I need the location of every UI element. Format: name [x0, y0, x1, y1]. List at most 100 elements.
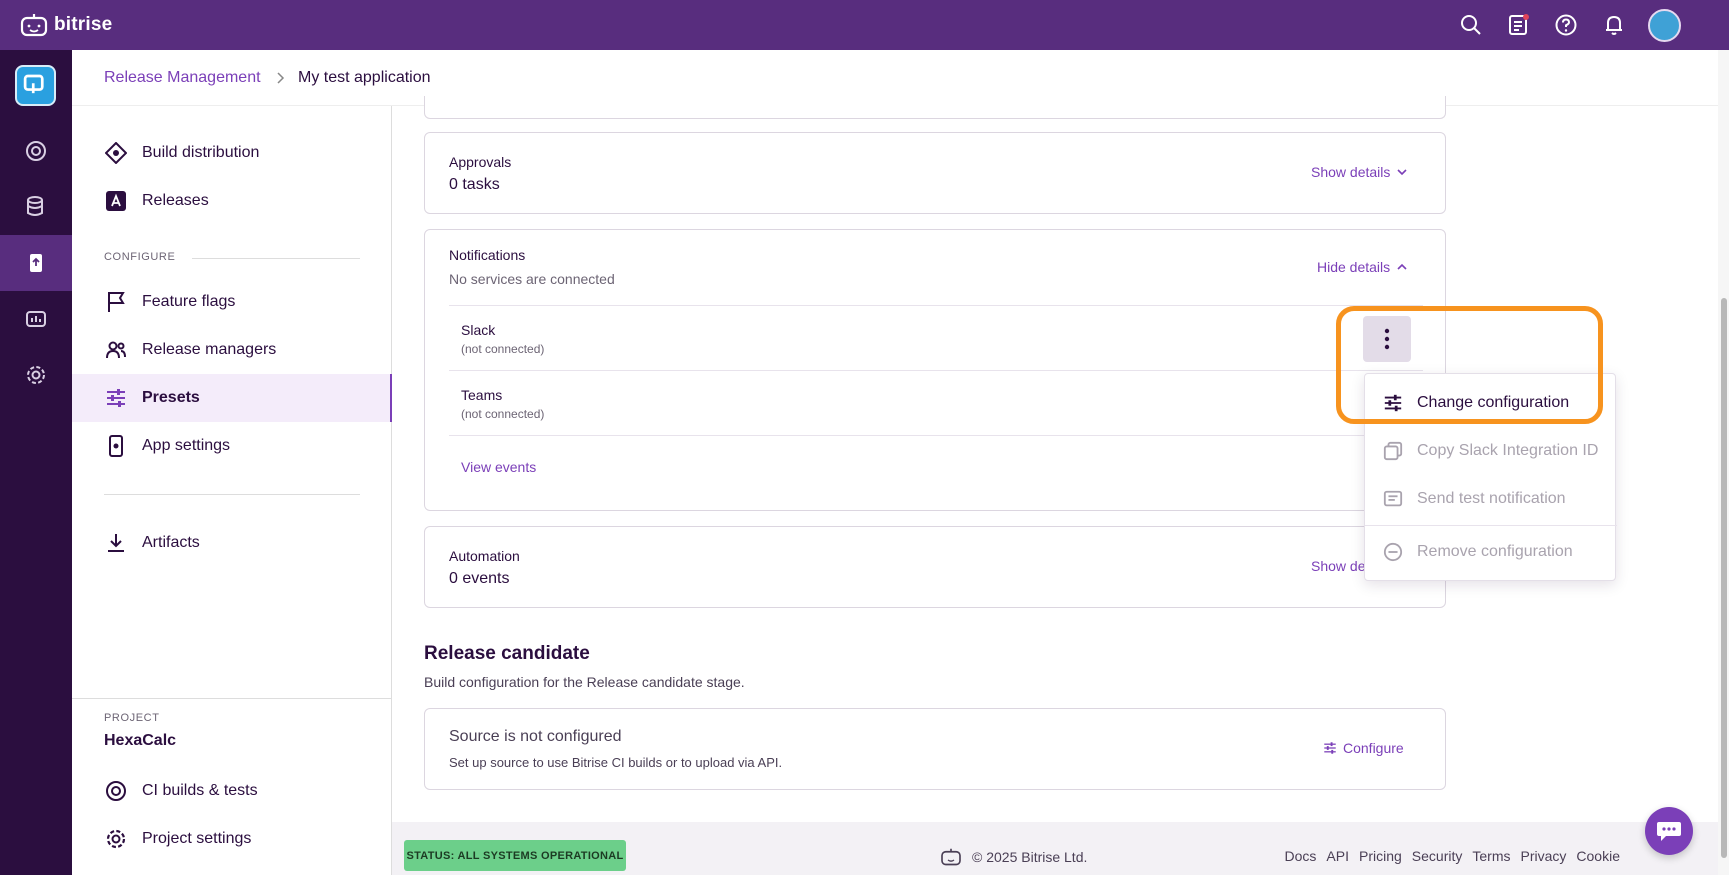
slack-options-menu: Change configuration Copy Slack Integrat…	[1364, 373, 1617, 581]
insights-icon	[26, 311, 46, 327]
chat-icon	[1657, 822, 1681, 841]
build-distribution-icon	[104, 141, 128, 165]
service-name: Teams	[461, 387, 503, 403]
footer-link-security[interactable]: Security	[1412, 848, 1463, 864]
automation-show-details-link[interactable]: Show de	[1311, 558, 1365, 574]
footer-link-api[interactable]: API	[1326, 848, 1349, 864]
gear-icon	[27, 366, 45, 384]
sidebar-item-build-distribution[interactable]: Build distribution	[72, 129, 392, 177]
sidebar-item-presets[interactable]: Presets	[72, 374, 392, 422]
sidebar-item-label: CI builds & tests	[142, 782, 258, 799]
bitrise-logo-icon	[941, 848, 961, 866]
sidebar-item-ci-builds[interactable]: CI builds & tests	[72, 767, 392, 815]
rail-cache-icon[interactable]	[0, 179, 72, 235]
menu-item-label: Send test notification	[1417, 490, 1566, 507]
project-section-label: PROJECT	[104, 712, 160, 724]
changelog-icon[interactable]	[1507, 13, 1531, 37]
left-rail	[0, 50, 72, 875]
brand[interactable]: bitrise	[20, 13, 112, 37]
ci-builds-icon	[26, 141, 46, 161]
configure-button[interactable]: Configure	[1323, 740, 1404, 756]
sliders-icon	[104, 386, 128, 410]
search-icon[interactable]	[1459, 13, 1483, 37]
divider	[104, 494, 360, 495]
hide-details-link[interactable]: Hide details	[1317, 259, 1408, 275]
view-events-link[interactable]: View events	[461, 459, 536, 475]
sliders-icon	[1324, 742, 1336, 754]
view-events-row: View events	[449, 435, 1423, 495]
footer-link-terms[interactable]: Terms	[1472, 848, 1510, 864]
automation-value: 0 events	[449, 570, 510, 587]
gear-icon	[104, 827, 128, 851]
automation-card: Automation 0 events Show de	[424, 526, 1446, 608]
release-candidate-title: Release candidate	[424, 643, 590, 664]
source-subtitle: Set up source to use Bitrise CI builds o…	[449, 755, 783, 770]
chat-button[interactable]	[1645, 807, 1693, 855]
notifications-subtitle: No services are connected	[449, 271, 615, 287]
sidebar-item-artifacts[interactable]: Artifacts	[72, 519, 392, 567]
slack-more-options-button[interactable]	[1363, 316, 1411, 362]
breadcrumb-release-management[interactable]: Release Management	[104, 69, 261, 87]
sidebar-item-label: App settings	[142, 437, 231, 454]
rail-release-icon[interactable]	[0, 235, 72, 291]
sidebar-item-label: Releases	[142, 192, 209, 209]
brand-name: bitrise	[54, 14, 113, 35]
download-icon	[104, 531, 128, 555]
configure-section-label: CONFIGURE	[104, 251, 176, 263]
bitrise-logo-icon	[20, 14, 48, 37]
sidebar-item-app-settings[interactable]: App settings	[72, 422, 392, 470]
app-store-icon	[104, 189, 128, 213]
rail-insights-icon[interactable]	[0, 291, 72, 347]
footer-link-privacy[interactable]: Privacy	[1521, 848, 1567, 864]
breadcrumb-current: My test application	[298, 69, 431, 86]
copyright: © 2025 Bitrise Ltd.	[940, 848, 1087, 866]
app-logo-icon	[23, 74, 44, 94]
approvals-card: Approvals 0 tasks Show details	[424, 132, 1446, 214]
release-management-icon	[30, 254, 42, 272]
sidebar-item-releases[interactable]: Releases	[72, 177, 392, 225]
rail-ci-icon[interactable]	[0, 123, 72, 179]
service-name: Slack	[461, 322, 496, 338]
menu-item-send-test-notification[interactable]: Send test notification	[1365, 475, 1617, 523]
rail-settings-icon[interactable]	[0, 347, 72, 403]
sidebar-item-label: Project settings	[142, 830, 252, 847]
app-icon[interactable]	[15, 65, 56, 106]
notifications-title: Notifications	[449, 247, 526, 263]
sidebar-item-project-settings[interactable]: Project settings	[72, 815, 392, 863]
hide-details-label: Hide details	[1317, 259, 1391, 275]
footer-link-pricing[interactable]: Pricing	[1359, 848, 1402, 864]
sidebar-item-label: Presets	[142, 389, 200, 406]
menu-item-label: Change configuration	[1417, 394, 1570, 411]
sidebar-item-label: Release managers	[142, 341, 277, 358]
sidebar-item-release-managers[interactable]: Release managers	[72, 326, 392, 374]
more-vertical-icon	[1384, 328, 1390, 350]
scroll-thumb[interactable]	[1721, 298, 1727, 858]
service-status: (not connected)	[461, 407, 545, 421]
ci-builds-icon	[104, 779, 128, 803]
database-icon	[27, 196, 43, 216]
menu-item-change-configuration[interactable]: Change configuration	[1365, 379, 1617, 427]
previous-card	[424, 96, 1446, 119]
footer: STATUS: ALL SYSTEMS OPERATIONAL © 2025 B…	[392, 822, 1718, 875]
help-icon[interactable]	[1554, 13, 1578, 37]
status-badge[interactable]: STATUS: ALL SYSTEMS OPERATIONAL	[404, 840, 626, 871]
menu-item-copy-slack-id[interactable]: Copy Slack Integration ID	[1365, 427, 1617, 475]
app-settings-icon	[104, 434, 128, 458]
menu-item-label: Remove configuration	[1417, 543, 1573, 560]
notifications-card: Notifications No services are connected …	[424, 229, 1446, 511]
avatar[interactable]	[1648, 9, 1681, 42]
scrollbar[interactable]	[1718, 50, 1729, 875]
sliders-icon	[1384, 394, 1402, 412]
project-name: HexaCalc	[104, 732, 177, 749]
bell-icon[interactable]	[1602, 13, 1626, 37]
configure-label: Configure	[1343, 740, 1404, 756]
automation-title: Automation	[449, 548, 520, 564]
sidebar-item-feature-flags[interactable]: Feature flags	[72, 278, 392, 326]
menu-item-remove-configuration[interactable]: Remove configuration	[1365, 528, 1617, 576]
approvals-show-details-link[interactable]: Show details	[1311, 164, 1408, 180]
menu-divider	[1365, 525, 1617, 526]
flag-icon	[104, 290, 128, 314]
footer-link-cookie[interactable]: Cookie	[1576, 848, 1620, 864]
show-details-label: Show details	[1311, 164, 1391, 180]
footer-link-docs[interactable]: Docs	[1285, 848, 1317, 864]
